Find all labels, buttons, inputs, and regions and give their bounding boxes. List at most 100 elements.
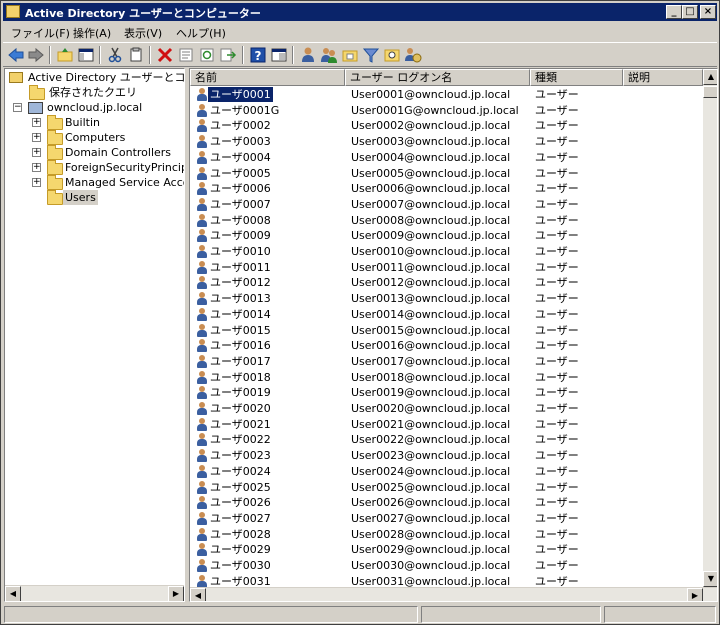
- tree-item-computers[interactable]: + Computers: [7, 130, 184, 145]
- table-row[interactable]: ユーザ0005 User0005@owncloud.jp.local ユーザー: [190, 166, 703, 182]
- tree-item-users[interactable]: Users: [7, 190, 184, 205]
- table-row[interactable]: ユーザ0007 User0007@owncloud.jp.local ユーザー: [190, 197, 703, 213]
- column-header-type[interactable]: 種類: [530, 69, 623, 86]
- table-row[interactable]: ユーザ0001 User0001@owncloud.jp.local ユーザー: [190, 87, 703, 103]
- table-row[interactable]: ユーザ0016 User0016@owncloud.jp.local ユーザー: [190, 338, 703, 354]
- help-icon[interactable]: ?: [249, 46, 267, 64]
- menu-action[interactable]: 操作(A): [73, 25, 111, 41]
- logon-name-cell: User0018@owncloud.jp.local: [351, 370, 511, 384]
- table-row[interactable]: ユーザ0019 User0019@owncloud.jp.local ユーザー: [190, 385, 703, 401]
- menu-view[interactable]: 表示(V): [124, 25, 162, 41]
- title-bar[interactable]: Active Directory ユーザーとコンピューター _ □ ×: [3, 3, 717, 21]
- table-row[interactable]: ユーザ0030 User0030@owncloud.jp.local ユーザー: [190, 558, 703, 574]
- show-console-tree-icon[interactable]: [77, 46, 95, 64]
- type-cell: ユーザー: [535, 527, 579, 541]
- tree-item-builtin[interactable]: + Builtin: [7, 115, 184, 130]
- close-button[interactable]: ×: [700, 5, 716, 19]
- minimize-button[interactable]: _: [666, 5, 682, 19]
- table-row[interactable]: ユーザ0018 User0018@owncloud.jp.local ユーザー: [190, 370, 703, 386]
- user-name-cell: ユーザ0007: [210, 197, 271, 211]
- table-row[interactable]: ユーザ0013 User0013@owncloud.jp.local ユーザー: [190, 291, 703, 307]
- table-row[interactable]: ユーザ0026 User0026@owncloud.jp.local ユーザー: [190, 495, 703, 511]
- table-row[interactable]: ユーザ0029 User0029@owncloud.jp.local ユーザー: [190, 542, 703, 558]
- tree-horizontal-scrollbar[interactable]: ◀ ▶: [5, 585, 184, 601]
- table-row[interactable]: ユーザ0024 User0024@owncloud.jp.local ユーザー: [190, 464, 703, 480]
- column-header-description[interactable]: 説明: [623, 69, 703, 86]
- table-row[interactable]: ユーザ0008 User0008@owncloud.jp.local ユーザー: [190, 213, 703, 229]
- table-row[interactable]: ユーザ0004 User0004@owncloud.jp.local ユーザー: [190, 150, 703, 166]
- scroll-down-button[interactable]: ▼: [703, 571, 717, 587]
- tree-item-domain-controllers[interactable]: + Domain Controllers: [7, 145, 184, 160]
- toolbar: ?: [3, 42, 717, 67]
- refresh-icon[interactable]: [198, 46, 216, 64]
- user-icon: [196, 402, 208, 416]
- table-row[interactable]: ユーザ0017 User0017@owncloud.jp.local ユーザー: [190, 354, 703, 370]
- back-arrow-icon[interactable]: [7, 46, 25, 64]
- table-row[interactable]: ユーザ0011 User0011@owncloud.jp.local ユーザー: [190, 260, 703, 276]
- delete-icon[interactable]: [156, 46, 174, 64]
- user-icon: [196, 150, 208, 165]
- scroll-left-button[interactable]: ◀: [5, 586, 21, 601]
- properties-icon[interactable]: [177, 46, 195, 64]
- filter-icon[interactable]: [362, 46, 380, 64]
- tree-item-saved-queries[interactable]: 保存されたクエリ: [7, 85, 184, 100]
- scroll-left-button[interactable]: ◀: [190, 588, 206, 601]
- table-row[interactable]: ユーザ0014 User0014@owncloud.jp.local ユーザー: [190, 307, 703, 323]
- table-row[interactable]: ユーザ0022 User0022@owncloud.jp.local ユーザー: [190, 432, 703, 448]
- user-icon: [196, 433, 208, 447]
- list-vertical-scrollbar[interactable]: ▲ ▼: [703, 69, 717, 587]
- tree-root[interactable]: Active Directory ユーザーとコンピュ: [7, 70, 184, 85]
- cut-icon[interactable]: [106, 46, 124, 64]
- menu-help[interactable]: ヘルプ(H): [176, 25, 226, 41]
- scroll-right-button[interactable]: ▶: [168, 586, 184, 601]
- collapse-toggle[interactable]: −: [13, 103, 22, 112]
- tree-item-foreign-security-principals[interactable]: + ForeignSecurityPrincipals: [7, 160, 184, 175]
- user-icon: [196, 496, 208, 510]
- expand-toggle[interactable]: +: [32, 133, 41, 142]
- table-row[interactable]: ユーザ0027 User0027@owncloud.jp.local ユーザー: [190, 511, 703, 527]
- menu-file[interactable]: ファイル(F): [11, 25, 70, 41]
- column-header-logon[interactable]: ユーザー ログオン名: [345, 69, 530, 86]
- table-row[interactable]: ユーザ0010 User0010@owncloud.jp.local ユーザー: [190, 244, 703, 260]
- expand-toggle[interactable]: +: [32, 118, 41, 127]
- expand-toggle[interactable]: +: [32, 163, 41, 172]
- maximize-button[interactable]: □: [682, 5, 698, 19]
- table-row[interactable]: ユーザ0021 User0021@owncloud.jp.local ユーザー: [190, 417, 703, 433]
- scroll-right-button[interactable]: ▶: [687, 588, 703, 601]
- list-horizontal-scrollbar[interactable]: ◀ ▶: [190, 587, 717, 601]
- table-row[interactable]: ユーザ0025 User0025@owncloud.jp.local ユーザー: [190, 480, 703, 496]
- status-pane-main: [4, 606, 418, 623]
- add-to-group-icon[interactable]: [404, 46, 422, 64]
- export-list-icon[interactable]: [219, 46, 237, 64]
- table-row[interactable]: ユーザ0012 User0012@owncloud.jp.local ユーザー: [190, 275, 703, 291]
- table-row[interactable]: ユーザ0009 User0009@owncloud.jp.local ユーザー: [190, 228, 703, 244]
- forward-arrow-icon[interactable]: [27, 46, 45, 64]
- copy-icon[interactable]: [127, 46, 145, 64]
- table-row[interactable]: ユーザ0020 User0020@owncloud.jp.local ユーザー: [190, 401, 703, 417]
- up-folder-icon[interactable]: [56, 46, 74, 64]
- table-row[interactable]: ユーザ0028 User0028@owncloud.jp.local ユーザー: [190, 527, 703, 543]
- scroll-up-button[interactable]: ▲: [703, 69, 717, 85]
- console-view-icon[interactable]: [270, 46, 288, 64]
- expand-toggle[interactable]: +: [32, 148, 41, 157]
- new-group-icon[interactable]: [320, 46, 338, 64]
- table-row[interactable]: ユーザ0023 User0023@owncloud.jp.local ユーザー: [190, 448, 703, 464]
- column-header-name[interactable]: 名前: [190, 69, 345, 86]
- new-ou-icon[interactable]: [341, 46, 359, 64]
- find-icon[interactable]: [383, 46, 401, 64]
- tree-item-domain[interactable]: − owncloud.jp.local: [7, 100, 184, 115]
- user-icon: [196, 119, 208, 133]
- user-name-cell: ユーザ0015: [210, 323, 271, 337]
- table-row[interactable]: ユーザ0001G User0001G@owncloud.jp.local ユーザー: [190, 103, 703, 119]
- user-name-cell: ユーザ0020: [210, 402, 271, 415]
- tree-item-managed-service-accounts[interactable]: + Managed Service Account: [7, 175, 184, 190]
- user-name-cell: ユーザ0013: [210, 292, 271, 306]
- table-row[interactable]: ユーザ0002 User0002@owncloud.jp.local ユーザー: [190, 118, 703, 134]
- table-row[interactable]: ユーザ0015 User0015@owncloud.jp.local ユーザー: [190, 323, 703, 339]
- table-row[interactable]: ユーザ0003 User0003@owncloud.jp.local ユーザー: [190, 134, 703, 150]
- table-row[interactable]: ユーザ0006 User0006@owncloud.jp.local ユーザー: [190, 181, 703, 197]
- new-user-icon[interactable]: [299, 46, 317, 64]
- user-name-cell: ユーザ0008: [210, 213, 271, 227]
- scroll-thumb[interactable]: [703, 86, 717, 98]
- expand-toggle[interactable]: +: [32, 178, 41, 187]
